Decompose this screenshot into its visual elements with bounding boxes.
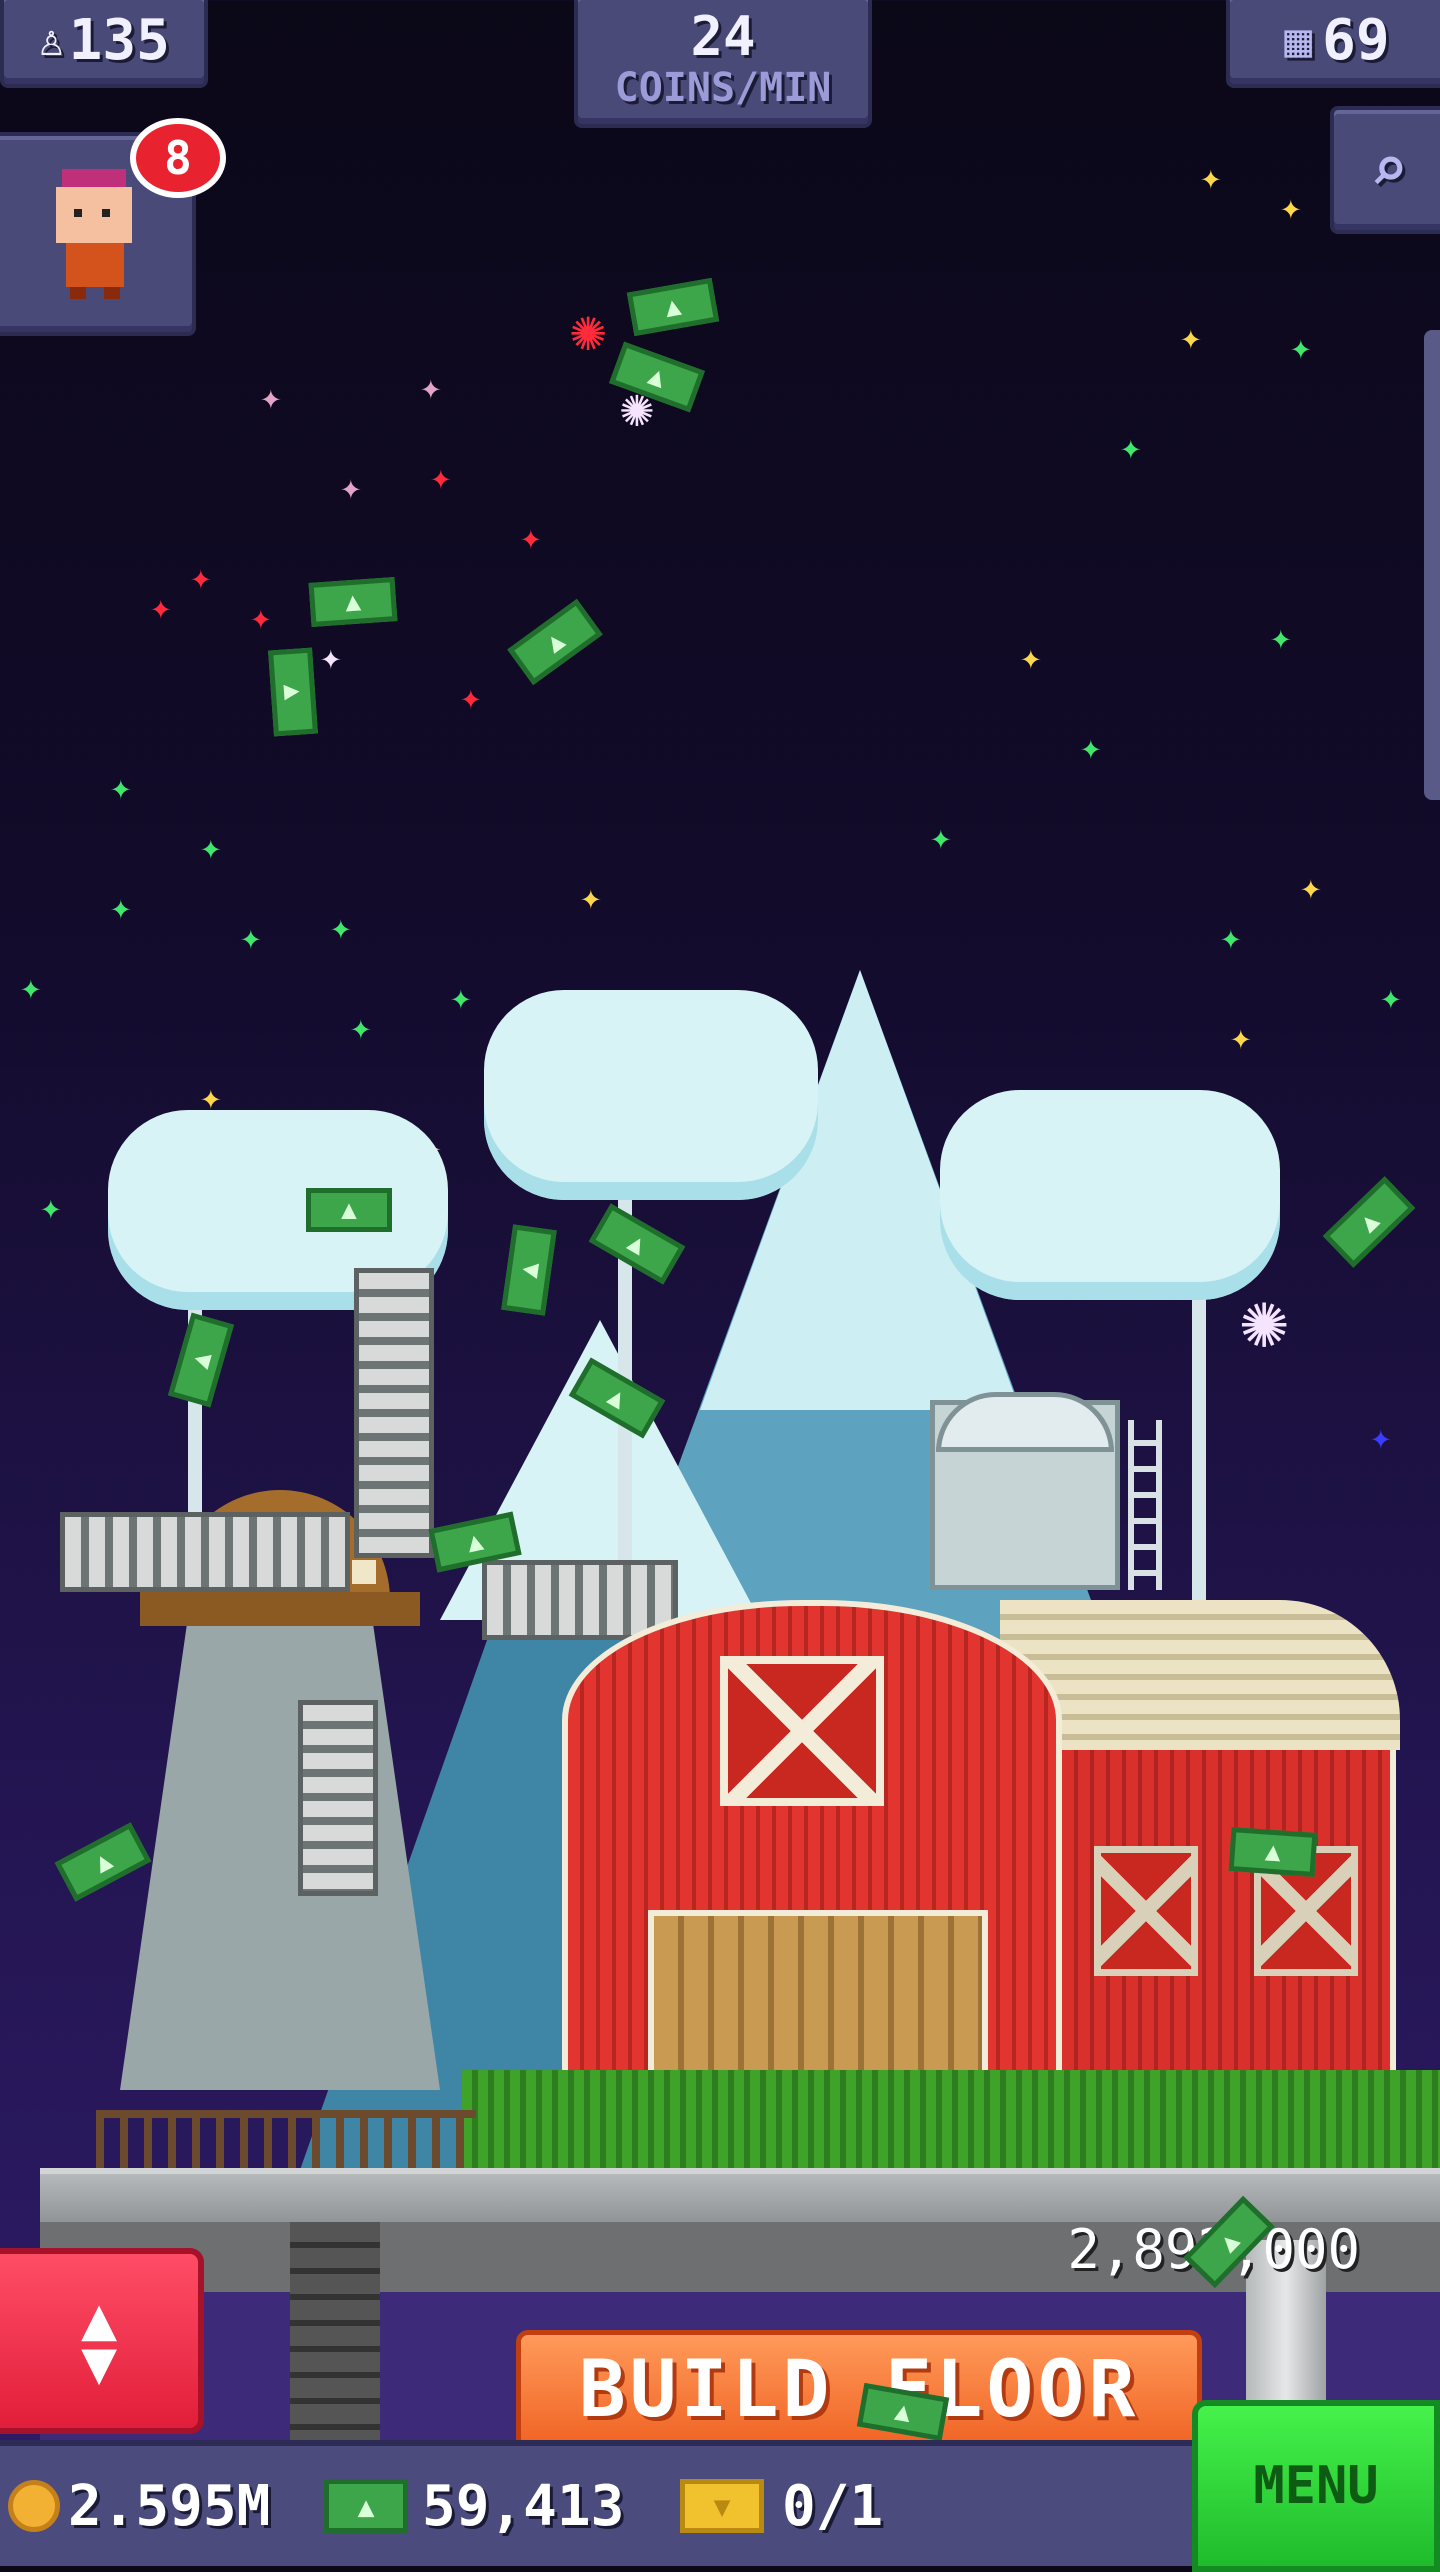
- falling-bux-bill[interactable]: ▲: [626, 277, 720, 337]
- floor-count: 69: [1322, 7, 1390, 73]
- firework-spark: ✦: [240, 917, 262, 958]
- cloud: [484, 990, 818, 1200]
- bux-counter[interactable]: ▲ 59,413: [324, 2466, 624, 2546]
- fence: [96, 2110, 476, 2170]
- firework-spark: ✦: [340, 467, 362, 508]
- coins-counter[interactable]: 2.595M: [8, 2466, 270, 2546]
- falling-bux-bill[interactable]: ▲: [167, 1312, 235, 1408]
- firework-spark: ✦: [1270, 617, 1292, 658]
- firework-spark: ✦: [110, 767, 132, 808]
- falling-bux-bill[interactable]: ▲: [306, 1188, 392, 1232]
- magnifier-icon: ⌕: [1369, 133, 1409, 207]
- scroll-indicator[interactable]: [1424, 330, 1440, 800]
- firework-spark: ✦: [1280, 187, 1302, 228]
- build-floor-button[interactable]: BUILD FLOOR: [516, 2330, 1202, 2450]
- menu-label: MENU: [1253, 2456, 1379, 2516]
- firework-spark: ✦: [1300, 867, 1322, 908]
- firework-spark: ✦: [1080, 727, 1102, 768]
- cloud-pole: [1192, 1270, 1206, 1610]
- tickets-counter[interactable]: ▼ 0/1: [680, 2466, 883, 2546]
- firework-spark: ✦: [190, 557, 212, 598]
- firework-spark: ✦: [430, 457, 452, 498]
- firework-spark: ✦: [1370, 1417, 1392, 1458]
- windmill-blade: [60, 1512, 350, 1592]
- coin-icon: [8, 2480, 60, 2532]
- firework-spark: ✦: [200, 827, 222, 868]
- up-down-arrows-icon: ▲ ▼: [80, 2284, 118, 2398]
- firework-spark: ✦: [1120, 427, 1142, 468]
- elevator-shaft: [290, 2222, 380, 2440]
- firework-spark: ✦: [520, 517, 542, 558]
- barn-loft-window: [720, 1656, 884, 1806]
- falling-bux-bill[interactable]: ▲: [308, 577, 398, 627]
- firework-spark: ✦: [150, 587, 172, 628]
- population-panel[interactable]: ♙ 135: [0, 0, 208, 88]
- firework-spark: ✦: [930, 817, 952, 858]
- firework-spark: ✦: [1020, 637, 1042, 678]
- bux-value: 59,413: [422, 2473, 625, 2539]
- falling-bux-bill[interactable]: ▲: [1322, 1176, 1416, 1268]
- notification-badge: 8: [130, 118, 226, 198]
- person-icon: ♙: [38, 14, 65, 66]
- tickets-value: 0/1: [782, 2473, 884, 2539]
- windmill-blade: [298, 1700, 378, 1896]
- barn-door: [648, 1910, 988, 2090]
- firework-spark: ✦: [580, 877, 602, 918]
- falling-bux-bill[interactable]: ▲: [507, 598, 603, 686]
- windmill-hub: [352, 1560, 376, 1584]
- cloud: [940, 1090, 1280, 1300]
- firework-spark: ✦: [110, 887, 132, 928]
- firework-spark: ✦: [260, 377, 282, 418]
- silo-ladder: [1128, 1420, 1162, 1590]
- menu-button[interactable]: MENU: [1192, 2400, 1440, 2572]
- barn-side-window: [1094, 1846, 1198, 1976]
- firework-spark: ✦: [20, 967, 42, 1008]
- coins-rate-panel: 24 COINS/MIN: [574, 0, 872, 128]
- firework-spark: ✦: [1220, 917, 1242, 958]
- firework-spark: ✦: [330, 907, 352, 948]
- avatar: [52, 169, 136, 299]
- firework-spark: ✦: [350, 1007, 372, 1048]
- falling-bux-bill[interactable]: ▲: [268, 647, 318, 737]
- coins-rate-value: 24: [690, 5, 756, 68]
- falling-bux-bill[interactable]: ▲: [1228, 1827, 1318, 1877]
- building-icon: ▦: [1284, 13, 1313, 67]
- falling-bux-bill[interactable]: ▲: [54, 1822, 152, 1902]
- windmill-deck: [140, 1592, 420, 1626]
- notification-count: 8: [164, 131, 192, 185]
- floors-panel[interactable]: ▦ 69: [1226, 0, 1440, 88]
- golden-ticket-icon: ▼: [680, 2479, 764, 2533]
- firework-spark: ✦: [1180, 317, 1202, 358]
- firework-spark: ✦: [40, 1187, 62, 1228]
- bux-bill-icon: ▲: [324, 2479, 408, 2533]
- firework-spark: ✦: [320, 637, 342, 678]
- firework-spark: ✦: [1290, 327, 1312, 368]
- firework-spark: ✦: [250, 597, 272, 638]
- coins-rate-unit: COINS/MIN: [614, 65, 832, 111]
- grass: [462, 2070, 1440, 2170]
- firework-spark: ✦: [420, 367, 442, 408]
- population-count: 135: [68, 7, 170, 73]
- search-button[interactable]: ⌕: [1330, 106, 1440, 234]
- firework-spark: ✺: [570, 295, 607, 365]
- coins-value: 2.595M: [68, 2473, 271, 2539]
- windmill-blade: [354, 1268, 434, 1558]
- elevator-button[interactable]: ▲ ▼: [0, 2248, 204, 2434]
- firework-spark: ✦: [1200, 157, 1222, 198]
- firework-spark: ✦: [460, 677, 482, 718]
- firework-spark: ✦: [1380, 977, 1402, 1018]
